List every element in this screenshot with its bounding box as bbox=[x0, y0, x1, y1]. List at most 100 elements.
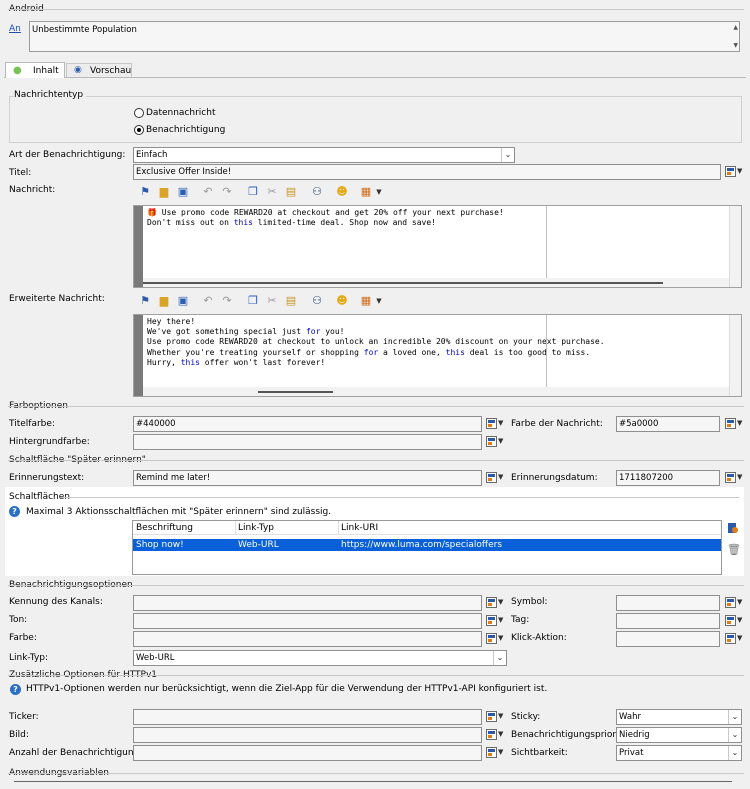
personalize-icon[interactable]: ▼ bbox=[725, 471, 743, 485]
scroll-up-icon[interactable]: ▲ bbox=[733, 24, 738, 31]
personalize-icon[interactable]: ▼ bbox=[486, 614, 504, 628]
personalize-icon[interactable]: ▼ bbox=[486, 596, 504, 610]
message-text: 🎁 Use promo code REWARD20 at checkout an… bbox=[147, 208, 504, 228]
tag-label: Tag: bbox=[511, 615, 530, 625]
tag-input[interactable] bbox=[616, 613, 720, 629]
color-input[interactable] bbox=[133, 631, 482, 647]
visibility-label: Sichtbarkeit: bbox=[511, 748, 568, 758]
editor-line: Don't miss out on this limited-time deal… bbox=[147, 218, 504, 228]
folder-icon[interactable]: ▆ bbox=[157, 185, 171, 199]
find-icon[interactable]: ⚇ bbox=[310, 294, 324, 308]
trash-icon[interactable]: 🗑 bbox=[727, 543, 741, 556]
count-input[interactable] bbox=[133, 745, 482, 761]
text-segment: 🎁 Use promo code REWARD20 at checkout an… bbox=[147, 208, 504, 217]
emoji-icon[interactable]: ☻ bbox=[335, 294, 349, 308]
personalize-icon[interactable]: ▼ bbox=[486, 632, 504, 646]
personalize-icon[interactable]: ▼ bbox=[486, 417, 504, 431]
ticker-input[interactable] bbox=[133, 709, 482, 725]
priority-select[interactable]: Niedrig ⌄ bbox=[616, 727, 742, 743]
channel-input[interactable] bbox=[133, 595, 482, 611]
tab-inhalt[interactable]: ● Inhalt bbox=[5, 62, 65, 78]
keyword: this bbox=[445, 347, 465, 357]
text-segment: Hey there! bbox=[147, 317, 196, 326]
sticky-select[interactable]: Wahr ⌄ bbox=[616, 709, 742, 725]
personalize-icon[interactable]: ▼ bbox=[725, 614, 743, 628]
personalize-menu-icon[interactable]: ▦ bbox=[359, 294, 373, 308]
linktype-select[interactable]: Web-URL ⌄ bbox=[133, 650, 507, 666]
remind-date-input[interactable]: 1711807200 bbox=[616, 470, 720, 486]
insert-field-icon[interactable]: ⚑ bbox=[138, 294, 152, 308]
sticky-value: Wahr bbox=[619, 712, 641, 722]
symbol-input[interactable] bbox=[616, 595, 720, 611]
title-input[interactable]: Exclusive Offer Inside! bbox=[133, 164, 721, 180]
personalize-icon[interactable]: ▼ bbox=[486, 710, 504, 724]
radio-benachrichtigung[interactable] bbox=[134, 125, 144, 135]
personalize-icon[interactable]: ▼ bbox=[486, 471, 504, 485]
personalize-icon[interactable]: ▼ bbox=[486, 746, 504, 760]
ticker-label: Ticker: bbox=[9, 712, 39, 722]
undo-icon[interactable]: ↶ bbox=[201, 185, 215, 199]
radio-datennachricht[interactable] bbox=[134, 108, 144, 118]
population-link[interactable]: An bbox=[9, 24, 21, 34]
table-row[interactable]: Shop now! Web-URL https://www.luma.com/s… bbox=[133, 539, 721, 551]
visibility-select[interactable]: Privat ⌄ bbox=[616, 745, 742, 761]
message-editor[interactable]: 🎁 Use promo code REWARD20 at checkout an… bbox=[133, 205, 742, 288]
paste-icon[interactable]: ▤ bbox=[284, 294, 298, 308]
emoji-icon[interactable]: ☻ bbox=[335, 185, 349, 199]
extended-toolbar: ⚑ ▆ ▣ ↶ ↷ ❐ ✂ ▤ ⚇ ☻ ▦ ▼ bbox=[138, 293, 398, 311]
text-segment: deal is too good to miss. bbox=[464, 347, 591, 357]
personalize-menu-icon[interactable]: ▦ bbox=[359, 185, 373, 199]
population-field[interactable]: Unbestimmte Population ▲ ▼ bbox=[29, 21, 740, 52]
image-input[interactable] bbox=[133, 727, 482, 743]
message-color-input[interactable]: #5a0000 bbox=[616, 416, 720, 432]
undo-icon[interactable]: ↶ bbox=[201, 294, 215, 308]
save-icon[interactable]: ▣ bbox=[176, 294, 190, 308]
chevron-down-icon: ▼ bbox=[376, 188, 382, 196]
personalize-icon[interactable]: ▼ bbox=[486, 435, 504, 449]
extended-message-editor[interactable]: Hey there! We've got something special ju… bbox=[133, 314, 742, 397]
folder-icon[interactable]: ▆ bbox=[157, 294, 171, 308]
keyword: for bbox=[363, 347, 379, 357]
col-header-linktype[interactable]: Link-Typ bbox=[238, 523, 274, 533]
radio-datennachricht-label: Datennachricht bbox=[146, 108, 216, 118]
click-action-input[interactable] bbox=[616, 631, 720, 647]
add-button-icon[interactable] bbox=[727, 522, 739, 534]
personalize-icon[interactable]: ▼ bbox=[725, 596, 743, 610]
insert-field-icon[interactable]: ⚑ bbox=[138, 185, 152, 199]
notif-type-value: Einfach bbox=[136, 150, 168, 160]
copy-icon[interactable]: ❐ bbox=[246, 185, 260, 199]
personalize-icon[interactable]: ▼ bbox=[725, 165, 743, 179]
notif-type-select[interactable]: Einfach ⌄ bbox=[133, 147, 515, 163]
tab-inhalt-label: Inhalt bbox=[33, 66, 59, 76]
tab-vorschau[interactable]: ◉ Vorschau bbox=[66, 63, 132, 77]
redo-icon[interactable]: ↷ bbox=[220, 185, 234, 199]
bg-color-input[interactable] bbox=[133, 434, 482, 450]
cut-icon[interactable]: ✂ bbox=[265, 294, 279, 308]
editor-line: Whether you're treating yourself or shop… bbox=[147, 348, 605, 358]
personalize-icon[interactable]: ▼ bbox=[725, 632, 743, 646]
redo-icon[interactable]: ↷ bbox=[220, 294, 234, 308]
remind-text-input[interactable]: Remind me later! bbox=[133, 470, 482, 486]
eye-icon: ◉ bbox=[74, 65, 82, 75]
personalize-icon[interactable]: ▼ bbox=[725, 417, 743, 431]
row-linkuri: https://www.luma.com/specialoffers bbox=[341, 540, 503, 550]
radio-benachrichtigung-label: Benachrichtigung bbox=[146, 125, 226, 135]
col-header-linkuri[interactable]: Link-URI bbox=[341, 523, 378, 533]
paste-icon[interactable]: ▤ bbox=[284, 185, 298, 199]
android-section: Android bbox=[8, 4, 744, 14]
row-linktype: Web-URL bbox=[238, 540, 279, 550]
visibility-value: Privat bbox=[619, 748, 644, 758]
bg-color-label: Hintergrundfarbe: bbox=[9, 437, 90, 447]
message-toolbar: ⚑ ▆ ▣ ↶ ↷ ❐ ✂ ▤ ⚇ ☻ ▦ ▼ bbox=[138, 184, 398, 202]
tone-input[interactable] bbox=[133, 613, 482, 629]
save-icon[interactable]: ▣ bbox=[176, 185, 190, 199]
copy-icon[interactable]: ❐ bbox=[246, 294, 260, 308]
title-color-input[interactable]: #440000 bbox=[133, 416, 482, 432]
col-header-label[interactable]: Beschriftung bbox=[136, 523, 193, 533]
find-icon[interactable]: ⚇ bbox=[310, 185, 324, 199]
notif-type-label: Art der Benachrichtigung: bbox=[9, 150, 126, 160]
cut-icon[interactable]: ✂ bbox=[265, 185, 279, 199]
extended-message-text: Hey there! We've got something special ju… bbox=[147, 317, 605, 368]
scroll-down-icon[interactable]: ▼ bbox=[733, 42, 738, 49]
personalize-icon[interactable]: ▼ bbox=[486, 728, 504, 742]
